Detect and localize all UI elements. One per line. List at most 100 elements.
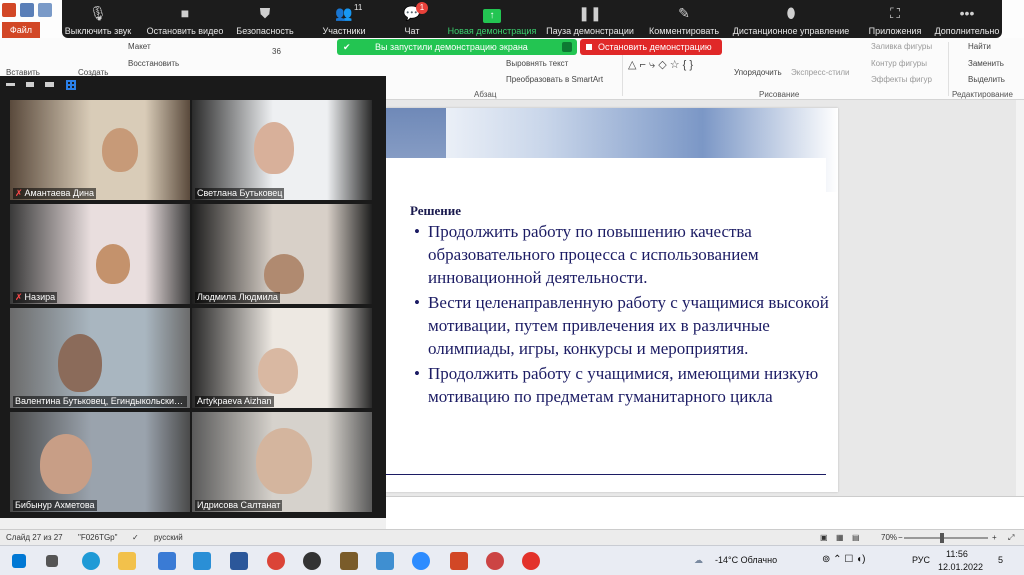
annotate-button[interactable]: ✎ Комментировать <box>642 0 726 38</box>
microphone-icon: 🎙 <box>89 5 107 21</box>
new-share-button[interactable]: ↑ Новая демонстрация <box>444 0 540 38</box>
minimize-icon[interactable] <box>6 83 15 86</box>
participant-tile[interactable]: Идрисова Салтанат <box>192 412 372 512</box>
shapes-gallery-icon[interactable]: △ ⌐ ⤷ ◇ ☆ { } <box>628 58 693 72</box>
participant-tile[interactable]: Artykpaeva Aizhan <box>192 308 372 408</box>
zoom-app-icon[interactable] <box>412 552 430 570</box>
shape-effects-button[interactable]: Эффекты фигур <box>871 75 932 84</box>
spellcheck-icon[interactable]: ✓ <box>132 533 139 542</box>
participant-tile[interactable]: ✗ Назира <box>10 204 190 304</box>
undo-icon[interactable] <box>38 3 52 17</box>
slide-bullet[interactable]: Продолжить работу с учащимися, имеющими … <box>410 362 830 408</box>
windows-start-icon[interactable] <box>12 554 26 568</box>
chat-button[interactable]: 💬 Чат 1 <box>392 0 432 38</box>
gallery-controls <box>0 76 386 96</box>
windows-taskbar: ☁ -14°C Облачно ⊚ ⌃ ☐ ◖) РУС 11:56 12.01… <box>0 545 1024 575</box>
zoom-slider[interactable] <box>904 537 988 539</box>
layout-button[interactable]: Макет <box>128 42 151 51</box>
store-icon[interactable] <box>158 552 176 570</box>
clock-time[interactable]: 11:56 <box>946 549 968 559</box>
mute-button[interactable]: 🎙 Выключить звук <box>62 0 134 38</box>
normal-view-icon[interactable]: ▣ <box>820 533 828 542</box>
apps-button[interactable]: ⛶ Приложения <box>862 0 928 38</box>
save-icon[interactable] <box>20 3 34 17</box>
align-text-button[interactable]: Выровнять текст <box>506 59 568 68</box>
security-button[interactable]: ⛊ Безопасность <box>230 0 300 38</box>
shape-outline-button[interactable]: Контур фигуры <box>871 59 927 68</box>
participant-tile[interactable]: Людмила Людмила <box>192 204 372 304</box>
participant-name: Амантаева Дина <box>24 188 95 198</box>
weather-text[interactable]: -14°C Облачно <box>715 555 777 565</box>
task-view-icon[interactable] <box>46 555 58 567</box>
zoom-gallery-view: ✗ Амантаева Дина Светлана Бутьковец ✗ Назира… <box>0 76 386 518</box>
notification-center-icon[interactable]: 5 <box>998 555 1003 565</box>
participant-tile[interactable]: Валентина Бутьковец, Егиндыкольский... <box>10 308 190 408</box>
clock-date[interactable]: 12.01.2022 <box>938 562 983 572</box>
chat-label: Чат <box>404 26 420 36</box>
zoom-meeting-toolbar: 🎙 Выключить звук ■ Остановить видео ⛊ Безопас… <box>62 0 1002 38</box>
fit-slide-icon[interactable]: ⤢ <box>1008 533 1014 543</box>
participant-face <box>256 428 312 494</box>
chrome-icon[interactable] <box>267 552 285 570</box>
gallery-grid-icon[interactable] <box>66 80 76 90</box>
participant-tile[interactable]: Светлана Бутьковец <box>192 100 372 200</box>
strip-view-icon[interactable] <box>45 82 54 87</box>
quick-styles-button[interactable]: Экспресс-стили <box>791 68 850 77</box>
participants-button[interactable]: 👥 Участники 11 <box>312 0 376 38</box>
slide-canvas[interactable]: Решение Продолжить работу по повышению к… <box>386 108 838 492</box>
slide-bullet[interactable]: Вести целенаправленную работу с учащимис… <box>410 291 830 360</box>
participant-name: Светлана Бутьковец <box>197 188 283 198</box>
zoom-in-icon[interactable]: + <box>992 533 997 542</box>
language-indicator[interactable]: РУС <box>912 555 930 565</box>
powerpoint-logo-icon <box>2 3 16 17</box>
restore-button[interactable]: Восстановить <box>128 59 179 68</box>
zoom-slider-thumb[interactable] <box>940 533 944 543</box>
mute-label: Выключить звук <box>64 26 132 36</box>
participant-video <box>10 412 190 512</box>
slide-title[interactable]: Решение <box>410 203 461 219</box>
mouse-icon: ⬮ <box>786 5 796 21</box>
powerpoint-taskbar-icon[interactable] <box>450 552 468 570</box>
more-label: Дополнительно <box>934 26 1000 36</box>
slide-sorter-icon[interactable]: ▦ <box>836 533 844 542</box>
media-player-icon[interactable] <box>303 552 321 570</box>
calendar-app-icon[interactable] <box>193 552 211 570</box>
speaker-view-icon[interactable] <box>26 82 34 87</box>
file-explorer-icon[interactable] <box>118 552 136 570</box>
stop-share-button[interactable]: Остановить демонстрацию <box>580 39 722 55</box>
video-button[interactable]: ■ Остановить видео <box>142 0 228 38</box>
tray-icons[interactable]: ⊚ ⌃ ☐ ◖) <box>822 554 865 565</box>
file-tab[interactable]: Файл <box>2 22 40 38</box>
app-icon[interactable] <box>486 552 504 570</box>
font-size-field[interactable]: 36 <box>272 47 281 56</box>
slide-bullet-list[interactable]: Продолжить работу по повышению качества … <box>410 220 830 410</box>
slide-counter: Слайд 27 из 27 <box>6 533 63 542</box>
replace-button[interactable]: Заменить <box>968 59 1004 68</box>
vertical-scrollbar[interactable] <box>1016 100 1024 496</box>
arrange-button[interactable]: Упорядочить <box>734 68 782 77</box>
zoom-out-icon[interactable]: − <box>898 533 903 542</box>
photos-icon[interactable] <box>376 552 394 570</box>
reading-view-icon[interactable]: ▤ <box>852 533 860 542</box>
participant-tile[interactable]: ✗ Амантаева Дина <box>10 100 190 200</box>
more-button[interactable]: ••• Дополнительно <box>932 0 1002 38</box>
remote-button[interactable]: ⬮ Дистанционное управление <box>726 0 856 38</box>
participant-name-label: ✗ Амантаева Дина <box>13 188 97 199</box>
slide-editor[interactable]: Решение Продолжить работу по повышению к… <box>386 100 1016 496</box>
participant-tile[interactable]: Бибынур Ахметова <box>10 412 190 512</box>
language-indicator[interactable]: русский <box>154 533 183 542</box>
shape-fill-button[interactable]: Заливка фигуры <box>871 42 932 51</box>
find-button[interactable]: Найти <box>968 42 991 51</box>
app-icon[interactable] <box>340 552 358 570</box>
cloud-icon: ☁ <box>694 555 703 565</box>
smartart-button[interactable]: Преобразовать в SmartArt <box>506 75 603 84</box>
yandex-browser-icon[interactable] <box>522 552 540 570</box>
edge-browser-icon[interactable] <box>82 552 100 570</box>
word-icon[interactable] <box>230 552 248 570</box>
slide-bullet[interactable]: Продолжить работу по повышению качества … <box>410 220 830 289</box>
participant-name-label: Валентина Бутьковец, Егиндыкольский... <box>13 396 187 407</box>
notes-pane[interactable] <box>386 496 1024 529</box>
zoom-level[interactable]: 70% <box>881 533 897 542</box>
pause-share-button[interactable]: ❚❚ Пауза демонстрации <box>540 0 640 38</box>
select-button[interactable]: Выделить <box>968 75 1005 84</box>
